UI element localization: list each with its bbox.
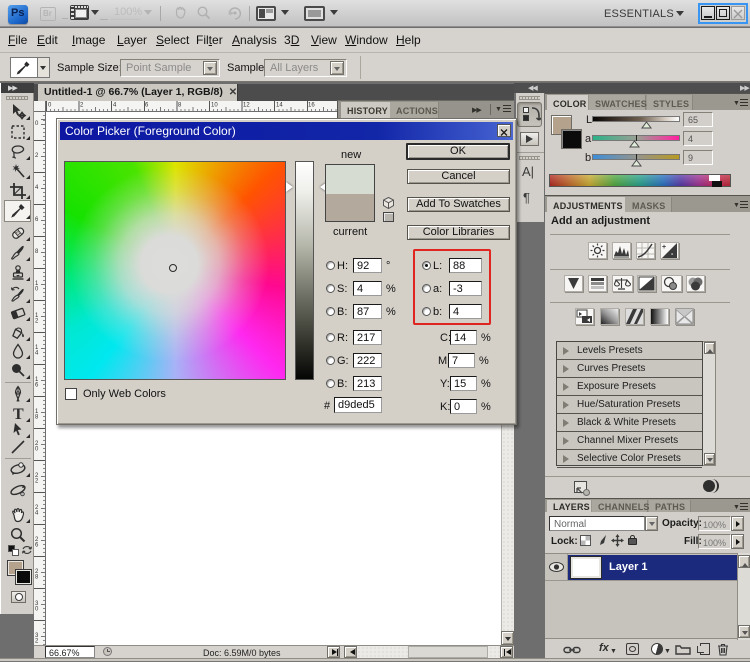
svg-text:+: + [662, 244, 666, 251]
